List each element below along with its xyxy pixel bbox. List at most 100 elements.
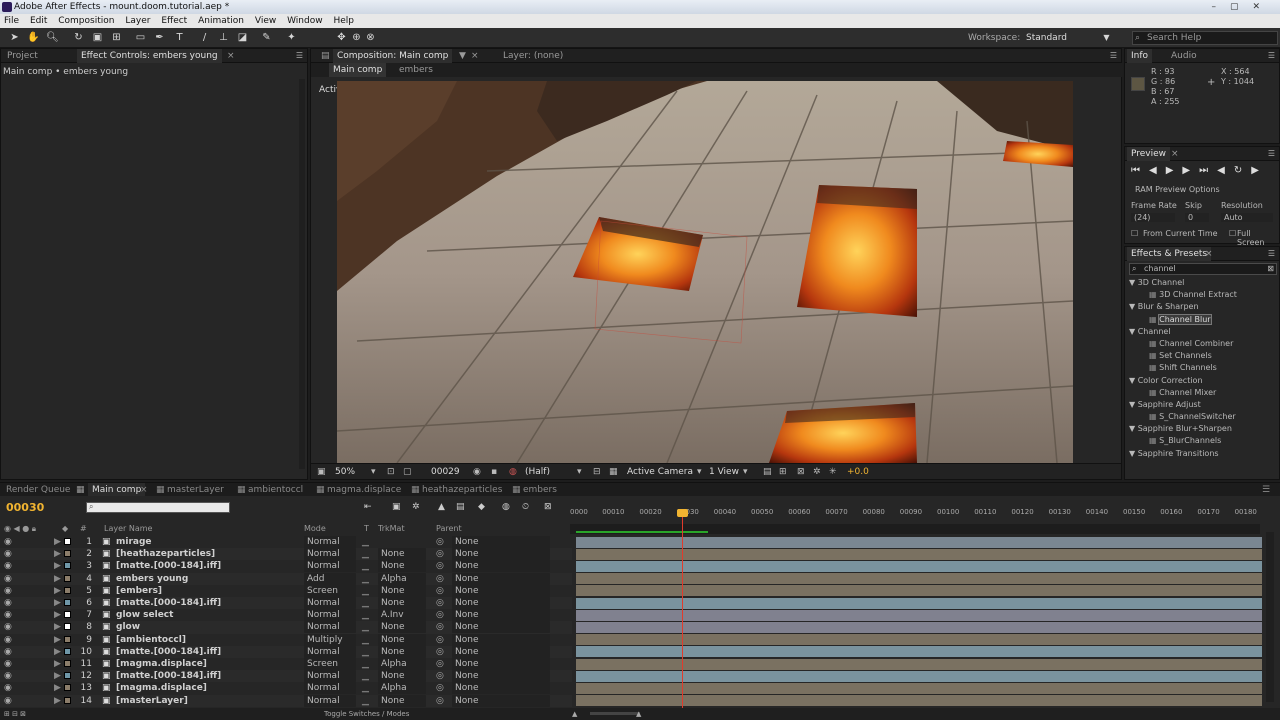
layer-row[interactable]: ◉ ▶ 2 ▣ [heathazeparticles] Normal ▁ None ◎ None xyxy=(0,548,1262,561)
layer-label-color[interactable] xyxy=(64,574,71,582)
workspace-chevron-icon[interactable]: ▼ xyxy=(1100,31,1113,44)
tab-ambientoccl[interactable]: ambientoccl xyxy=(248,483,303,497)
layer-name[interactable]: [magma.displace] xyxy=(116,658,207,670)
visibility-eye-icon[interactable]: ◉ xyxy=(4,670,12,682)
prev-frame-icon[interactable]: ◀ xyxy=(1149,165,1166,176)
menu-layer[interactable]: Layer xyxy=(121,14,154,28)
menu-edit[interactable]: Edit xyxy=(26,14,51,28)
tab-info[interactable]: Info xyxy=(1127,49,1153,63)
tab-main-comp[interactable]: Main comp xyxy=(88,483,146,497)
expand-triangle-icon[interactable]: ▶ xyxy=(54,560,61,572)
close-tab-icon[interactable]: × xyxy=(223,49,239,63)
transparency-grid-icon[interactable]: ▦ xyxy=(609,464,618,480)
layer-duration-bar[interactable] xyxy=(576,682,1262,694)
trkmat-dropdown[interactable]: None xyxy=(378,694,426,707)
world-axis-icon[interactable]: ⊕ xyxy=(350,31,363,44)
clear-search-icon[interactable]: ⊠ xyxy=(1267,264,1274,274)
preserve-transparency-checkbox[interactable]: ▁ xyxy=(362,695,369,707)
visibility-eye-icon[interactable]: ◉ xyxy=(4,695,12,707)
effects-category[interactable]: ▼ Color Correction xyxy=(1127,375,1277,387)
breadcrumb-main-comp[interactable]: Main comp xyxy=(329,63,387,77)
close-effects-icon[interactable]: × xyxy=(1201,247,1217,261)
draft-3d-icon[interactable]: ▣ xyxy=(392,502,401,512)
clone-stamp-tool-icon[interactable]: ⊥ xyxy=(217,31,230,44)
skip-dropdown[interactable]: 0 xyxy=(1185,213,1209,222)
visibility-eye-icon[interactable]: ◉ xyxy=(4,658,12,670)
layer-label-color[interactable] xyxy=(64,586,71,594)
current-time-indicator[interactable] xyxy=(677,509,688,517)
layer-label-color[interactable] xyxy=(64,538,71,545)
preserve-transparency-checkbox[interactable]: ▁ xyxy=(362,682,369,694)
camera-tool-icon[interactable]: ▣ xyxy=(91,31,104,44)
window-controls[interactable]: –▢✕ xyxy=(1211,0,1274,14)
layer-row[interactable]: ◉ ▶ 3 ▣ [matte.[000-184].iff] Normal ▁ None ◎ Non… xyxy=(0,560,1262,573)
hand-tool-icon[interactable]: ✋ xyxy=(27,31,40,44)
layer-label-color[interactable] xyxy=(64,550,71,558)
eraser-tool-icon[interactable]: ◪ xyxy=(236,31,249,44)
frame-blending-icon[interactable]: ▲ xyxy=(438,502,445,512)
time-ruler[interactable]: 0000000100002000030000400005000060000700… xyxy=(570,504,1260,524)
layer-mode-dropdown[interactable]: Normal xyxy=(304,621,356,634)
tab-layer[interactable]: Layer: (none) xyxy=(499,49,567,63)
layer-name[interactable]: [heathazeparticles] xyxy=(116,548,215,560)
layer-row[interactable]: ◉ ▶ 7 ▣ glow select Normal ▁ A.Inv ◎ None xyxy=(0,609,1262,622)
type-tool-icon[interactable]: T xyxy=(173,31,186,44)
menu-file[interactable]: File xyxy=(0,14,23,28)
tab-embers[interactable]: embers xyxy=(523,483,557,497)
layer-mode-dropdown[interactable]: Normal xyxy=(304,609,356,622)
menu-help[interactable]: Help xyxy=(329,14,358,28)
trkmat-dropdown[interactable]: None xyxy=(378,645,426,658)
toggle-pixel-aspect-icon[interactable]: ▤ xyxy=(763,464,772,480)
layer-mode-dropdown[interactable]: Normal xyxy=(304,597,356,609)
hide-shy-icon[interactable]: ✲ xyxy=(412,502,420,512)
comp-panel-menu-icon[interactable]: ☰ xyxy=(1110,51,1117,60)
expand-triangle-icon[interactable]: ▶ xyxy=(54,597,61,609)
pick-whip-icon[interactable]: ◎ xyxy=(436,585,444,597)
parent-dropdown[interactable]: None xyxy=(452,609,550,622)
layer-mode-dropdown[interactable]: Multiply xyxy=(304,633,356,646)
layer-name[interactable]: mirage xyxy=(116,536,152,548)
layer-label-color[interactable] xyxy=(64,696,71,704)
layer-row[interactable]: ◉ ▶ 9 ▣ [ambientoccl] Multiply ▁ None ◎ None xyxy=(0,633,1262,646)
parent-dropdown[interactable]: None xyxy=(452,548,550,561)
comp-mini-flowchart-icon[interactable]: ⇤ xyxy=(364,502,372,512)
puppet-pin-tool-icon[interactable]: ✦ xyxy=(285,31,298,44)
preserve-transparency-checkbox[interactable]: ▁ xyxy=(362,670,369,682)
3d-view-chevron-icon[interactable]: ▾ xyxy=(697,464,702,480)
preserve-transparency-checkbox[interactable]: ▁ xyxy=(362,658,369,670)
trkmat-dropdown[interactable]: None xyxy=(378,670,426,683)
layer-row[interactable]: ◉ ▶ 8 ▣ glow Normal ▁ None ◎ None xyxy=(0,621,1262,634)
composition-viewer[interactable] xyxy=(337,81,1073,463)
pick-whip-icon[interactable]: ◎ xyxy=(436,670,444,682)
pick-whip-icon[interactable]: ◎ xyxy=(436,560,444,572)
rectangle-tool-icon[interactable]: ▭ xyxy=(134,31,147,44)
layer-duration-bar[interactable] xyxy=(576,597,1262,609)
pick-whip-icon[interactable]: ◎ xyxy=(436,682,444,694)
parent-dropdown[interactable]: None xyxy=(452,633,550,646)
visibility-eye-icon[interactable]: ◉ xyxy=(4,597,12,609)
always-preview-icon[interactable]: ▣ xyxy=(317,464,326,480)
selection-tool-icon[interactable]: ➤ xyxy=(8,31,21,44)
pick-whip-icon[interactable]: ◎ xyxy=(436,695,444,707)
layer-mode-dropdown[interactable]: Normal xyxy=(304,694,356,707)
tab-master-layer[interactable]: masterLayer xyxy=(167,483,224,497)
layer-name[interactable]: embers young xyxy=(116,573,188,585)
parent-header[interactable]: Parent xyxy=(436,524,462,533)
expand-triangle-icon[interactable]: ▶ xyxy=(54,548,61,560)
menu-animation[interactable]: Animation xyxy=(194,14,248,28)
expand-triangle-icon[interactable]: ▶ xyxy=(54,646,61,658)
effects-category[interactable]: ▼ 3D Channel xyxy=(1127,277,1277,289)
effects-category[interactable]: ▼ Sapphire Adjust xyxy=(1127,399,1277,411)
layer-label-color[interactable] xyxy=(64,611,71,619)
zoom-out-icon[interactable]: ▲ xyxy=(572,708,577,720)
visibility-eye-icon[interactable]: ◉ xyxy=(4,573,12,585)
layer-duration-bar[interactable] xyxy=(576,560,1262,572)
pick-whip-icon[interactable]: ◎ xyxy=(436,621,444,633)
show-snapshot-icon[interactable]: ▪ xyxy=(491,464,497,480)
layer-row[interactable]: ◉ ▶ 4 ▣ embers young Add ▁ Alpha ◎ None xyxy=(0,572,1262,585)
expand-triangle-icon[interactable]: ▶ xyxy=(54,670,61,682)
search-help-input[interactable]: ⌕ Search Help xyxy=(1132,31,1278,45)
trkmat-dropdown[interactable]: Alpha xyxy=(378,682,426,695)
trkmat-dropdown[interactable]: None xyxy=(378,560,426,573)
layer-name[interactable]: [matte.[000-184].iff] xyxy=(116,670,221,682)
